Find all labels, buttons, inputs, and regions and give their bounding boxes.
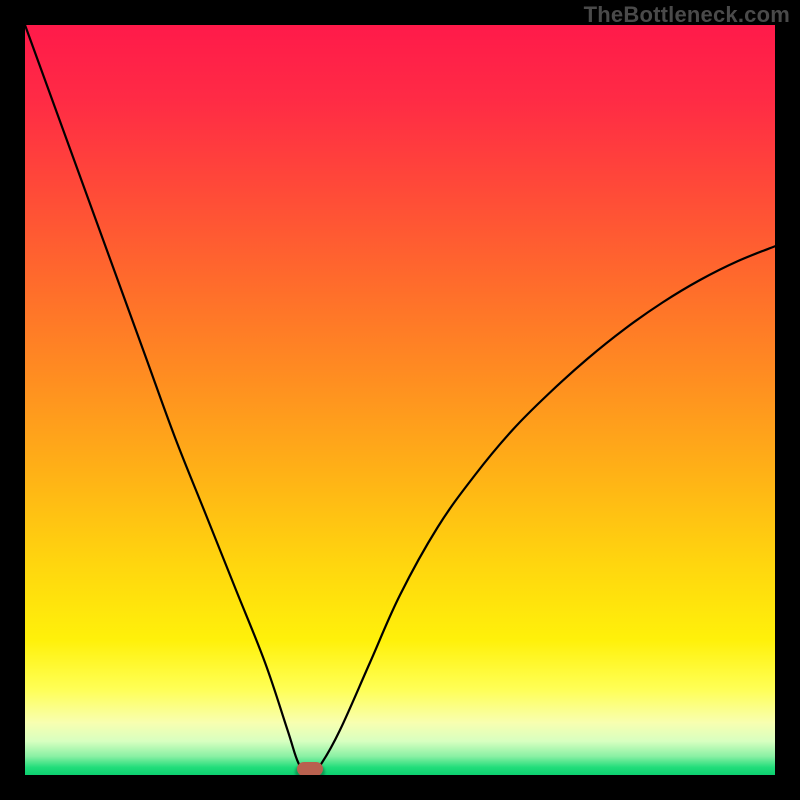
plot-area <box>25 25 775 775</box>
bottleneck-curve <box>25 25 775 775</box>
curve-path <box>25 25 775 775</box>
chart-frame: TheBottleneck.com <box>0 0 800 800</box>
optimum-marker <box>297 762 323 775</box>
